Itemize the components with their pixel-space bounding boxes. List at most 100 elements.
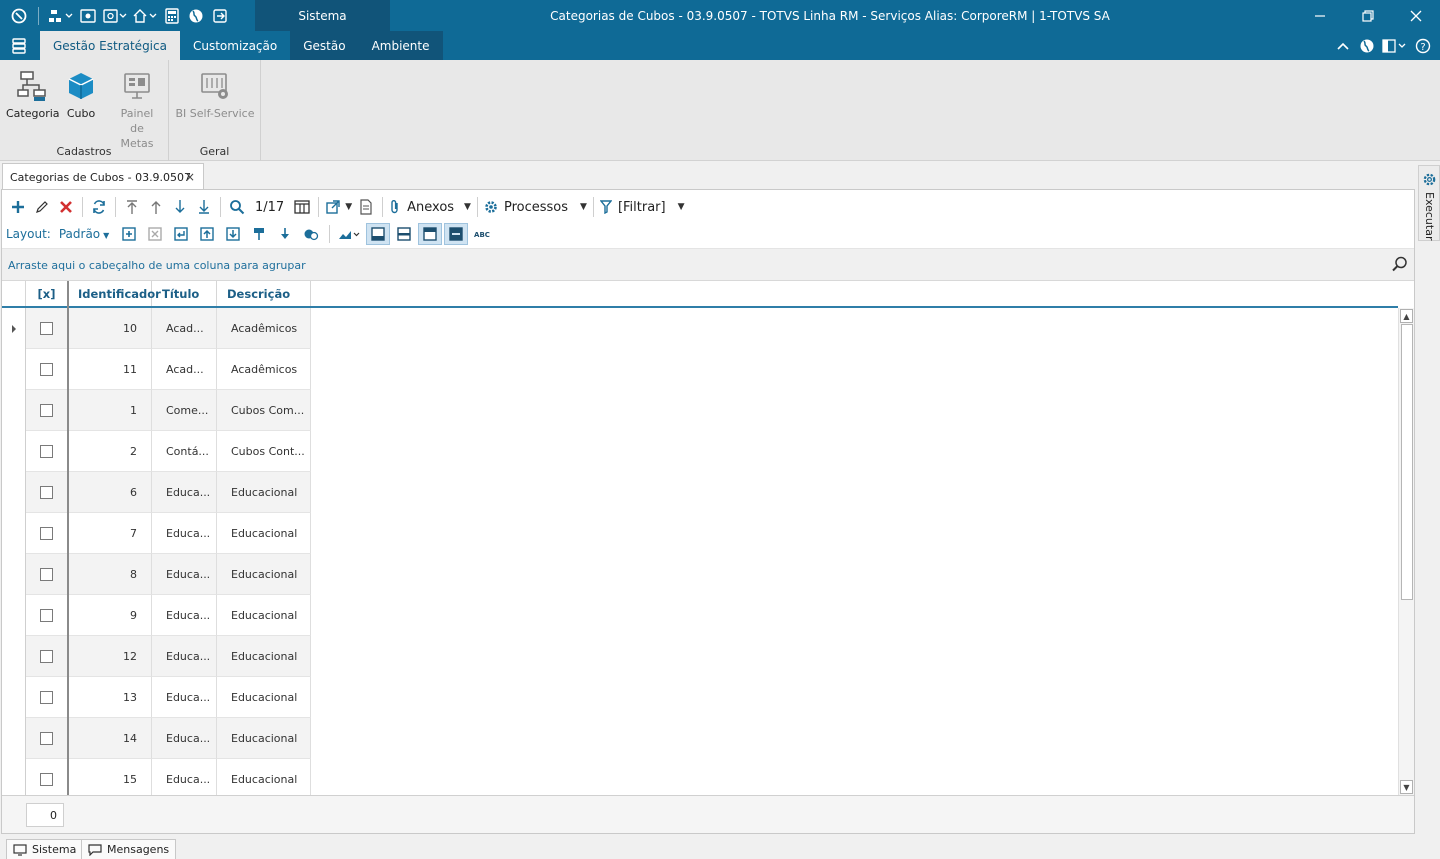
row-checkbox[interactable]: [40, 321, 53, 335]
report-button[interactable]: [354, 195, 378, 219]
tab-ambiente[interactable]: Ambiente: [358, 31, 443, 60]
collapse-all-button[interactable]: [143, 223, 167, 245]
table-row[interactable]: 14 Educa... Educacional: [2, 718, 311, 759]
table-row[interactable]: 2 Contá... Cubos Cont...: [2, 431, 311, 472]
cell-titulo[interactable]: Acad...: [152, 349, 217, 390]
pin-bottom-button[interactable]: [273, 223, 297, 245]
cell-identificador[interactable]: 9: [68, 595, 152, 636]
cell-descricao[interactable]: Educacional: [217, 636, 311, 677]
cell-descricao[interactable]: Educacional: [217, 759, 311, 795]
cubo-button[interactable]: Cubo: [62, 68, 100, 121]
pin-top-button[interactable]: [247, 223, 271, 245]
scrollbar-thumb[interactable]: [1401, 324, 1413, 600]
row-checkbox[interactable]: [40, 567, 53, 581]
table-row[interactable]: 9 Educa... Educacional: [2, 595, 311, 636]
row-checkbox[interactable]: [40, 444, 53, 458]
wrap-button[interactable]: [169, 223, 193, 245]
cell-titulo[interactable]: Educa...: [152, 718, 217, 759]
row-checkbox[interactable]: [40, 485, 53, 499]
previous-record-button[interactable]: [144, 195, 168, 219]
hierarchy-menu-icon[interactable]: [47, 5, 75, 27]
cell-titulo[interactable]: Educa...: [152, 759, 217, 795]
cell-identificador[interactable]: 10: [68, 308, 152, 349]
refresh-button[interactable]: [87, 195, 111, 219]
cell-identificador[interactable]: 15: [68, 759, 152, 795]
help-icon[interactable]: ?: [1414, 37, 1432, 55]
cell-identificador[interactable]: 7: [68, 513, 152, 554]
scroll-down-icon[interactable]: ▼: [1400, 780, 1413, 794]
cell-identificador[interactable]: 12: [68, 636, 152, 677]
layout-preset-dropdown[interactable]: Padrão ▼: [59, 227, 109, 241]
cell-identificador[interactable]: 11: [68, 349, 152, 390]
export-button[interactable]: ▼: [323, 195, 354, 219]
close-icon[interactable]: [1392, 0, 1440, 31]
table-row[interactable]: 10 Acad... Acadêmicos: [2, 308, 311, 349]
cell-titulo[interactable]: Educa...: [152, 513, 217, 554]
refresh-window-icon[interactable]: [101, 5, 129, 27]
cell-descricao[interactable]: Acadêmicos: [217, 308, 311, 349]
filtrar-button[interactable]: [Filtrar] ▼: [598, 195, 687, 219]
spellcheck-button[interactable]: ABC: [470, 223, 494, 245]
move-down-button[interactable]: [221, 223, 245, 245]
row-checkbox[interactable]: [40, 403, 53, 417]
row-checkbox[interactable]: [40, 649, 53, 663]
cell-titulo[interactable]: Educa...: [152, 677, 217, 718]
cell-titulo[interactable]: Educa...: [152, 554, 217, 595]
logout-icon[interactable]: [209, 5, 231, 27]
close-tab-icon[interactable]: ×: [185, 170, 195, 184]
row-indicator[interactable]: [2, 759, 26, 795]
categoria-button[interactable]: Categoria: [6, 68, 60, 121]
executar-side-panel[interactable]: Executar: [1418, 165, 1440, 241]
cell-titulo[interactable]: Educa...: [152, 472, 217, 513]
move-up-button[interactable]: [195, 223, 219, 245]
calculator-icon[interactable]: [161, 5, 183, 27]
cell-titulo[interactable]: Educa...: [152, 595, 217, 636]
last-record-button[interactable]: [192, 195, 216, 219]
row-indicator[interactable]: [2, 349, 26, 390]
row-checkbox[interactable]: [40, 526, 53, 540]
cell-titulo[interactable]: Acad...: [152, 308, 217, 349]
table-row[interactable]: 15 Educa... Educacional: [2, 759, 311, 795]
table-row[interactable]: 8 Educa... Educacional: [2, 554, 311, 595]
cell-descricao[interactable]: Educacional: [217, 595, 311, 636]
table-row[interactable]: 1 Come... Cubos Com...: [2, 390, 311, 431]
delete-button[interactable]: [54, 195, 78, 219]
restore-icon[interactable]: [1344, 0, 1392, 31]
header-select-all[interactable]: [x]: [26, 281, 68, 306]
cell-identificador[interactable]: 14: [68, 718, 152, 759]
cell-identificador[interactable]: 1: [68, 390, 152, 431]
row-checkbox[interactable]: [40, 690, 53, 704]
row-indicator[interactable]: [2, 677, 26, 718]
cell-descricao[interactable]: Educacional: [217, 513, 311, 554]
header-identificador[interactable]: Identificador: [68, 281, 161, 306]
next-record-button[interactable]: [168, 195, 192, 219]
row-indicator[interactable]: [2, 308, 26, 349]
header-descricao[interactable]: Descrição: [217, 281, 311, 306]
table-row[interactable]: 13 Educa... Educacional: [2, 677, 311, 718]
cell-descricao[interactable]: Educacional: [217, 677, 311, 718]
format-button[interactable]: [299, 223, 323, 245]
processos-button[interactable]: Processos ▼: [482, 195, 589, 219]
minimize-icon[interactable]: [1296, 0, 1344, 31]
status-tab-mensagens[interactable]: Mensagens: [81, 839, 177, 859]
table-row[interactable]: 6 Educa... Educacional: [2, 472, 311, 513]
app-menu-icon[interactable]: [8, 36, 30, 56]
system-context-tab[interactable]: Sistema: [255, 0, 390, 31]
layout-options-icon[interactable]: [1382, 37, 1408, 55]
table-row[interactable]: 11 Acad... Acadêmicos: [2, 349, 311, 390]
row-checkbox[interactable]: [40, 772, 53, 786]
cell-titulo[interactable]: Come...: [152, 390, 217, 431]
cell-descricao[interactable]: Cubos Com...: [217, 390, 311, 431]
row-indicator[interactable]: [2, 554, 26, 595]
tab-gestao-estrategica[interactable]: Gestão Estratégica: [40, 31, 180, 60]
table-row[interactable]: 12 Educa... Educacional: [2, 636, 311, 677]
search-record-button[interactable]: [225, 195, 249, 219]
layout-1-button[interactable]: [366, 223, 391, 245]
view-icon[interactable]: [77, 5, 99, 27]
grid-search-icon[interactable]: [1392, 256, 1408, 275]
edit-button[interactable]: [30, 195, 54, 219]
cell-identificador[interactable]: 2: [68, 431, 152, 472]
cell-identificador[interactable]: 13: [68, 677, 152, 718]
home-icon[interactable]: [131, 5, 159, 27]
cell-titulo[interactable]: Educa...: [152, 636, 217, 677]
